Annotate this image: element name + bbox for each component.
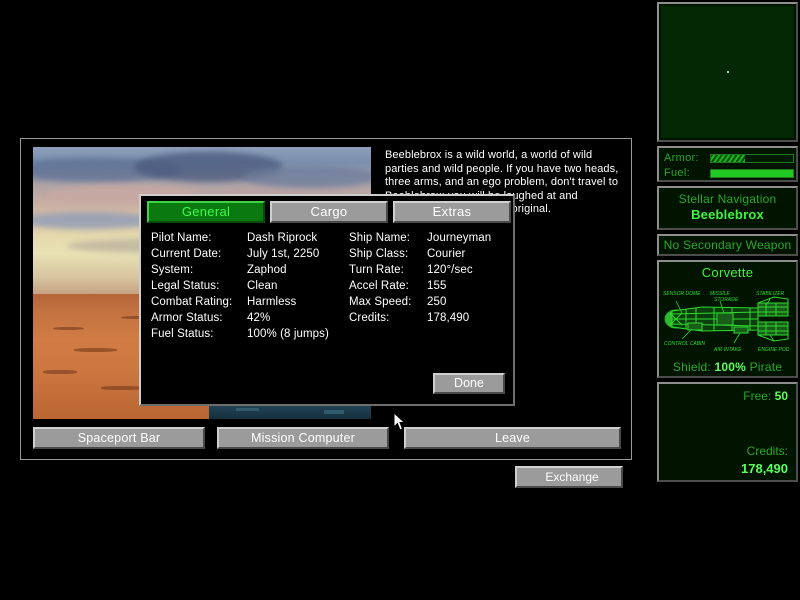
stat-value: 178,490 bbox=[427, 312, 470, 324]
stat-label: Fuel Status: bbox=[151, 328, 214, 340]
secondary-weapon-panel[interactable]: No Secondary Weapon bbox=[657, 234, 798, 256]
stat-row: Pilot Name: Dash Riprock bbox=[151, 230, 341, 246]
stat-label: Credits: bbox=[349, 312, 390, 324]
faction-label: Pirate bbox=[749, 360, 783, 374]
stat-value: 250 bbox=[427, 296, 447, 308]
ship-part-label-air-intake: AIR INTAKE bbox=[713, 347, 742, 353]
dialog-tab-bar: General Cargo Extras bbox=[147, 201, 511, 223]
mission-computer-button[interactable]: Mission Computer bbox=[217, 427, 389, 449]
stat-label: Current Date: bbox=[151, 248, 222, 260]
radar-screen[interactable] bbox=[661, 6, 794, 138]
ship-shield-status: Shield: 100% Pirate bbox=[659, 360, 796, 374]
stat-row: Fuel Status: 100% (8 jumps) bbox=[151, 326, 341, 342]
stat-row: Armor Status: 42% bbox=[151, 310, 341, 326]
stat-label: Pilot Name: bbox=[151, 232, 212, 244]
stat-row: System: Zaphod bbox=[151, 262, 341, 278]
fuel-gauge-fill bbox=[711, 169, 793, 177]
stat-value: 155 bbox=[427, 280, 447, 292]
stat-label: Accel Rate: bbox=[349, 280, 409, 292]
ship-part-label-engine-pod: ENGINE POD bbox=[758, 347, 790, 353]
credits-label: Credits: bbox=[746, 444, 788, 458]
ship-part-label-stabilizer: STABILIZER bbox=[756, 291, 785, 297]
cargo-free-space: Free: 50 bbox=[743, 389, 788, 403]
general-stats-left-column: Pilot Name: Dash Riprock Current Date: J… bbox=[151, 230, 341, 342]
hud-sidebar: Armor: Fuel: Stellar Navigation Beeblebr… bbox=[655, 0, 800, 600]
done-button[interactable]: Done bbox=[433, 373, 505, 394]
fuel-gauge-label: Fuel: bbox=[664, 167, 690, 179]
stat-label: Combat Rating: bbox=[151, 296, 233, 308]
secondary-weapon-text: No Secondary Weapon bbox=[663, 238, 792, 252]
stat-label: Turn Rate: bbox=[349, 264, 404, 276]
tab-cargo[interactable]: Cargo bbox=[270, 201, 388, 223]
terrain-detail bbox=[53, 326, 84, 331]
leave-button[interactable]: Leave bbox=[404, 427, 621, 449]
stat-label: Max Speed: bbox=[349, 296, 412, 308]
tab-general[interactable]: General bbox=[147, 201, 265, 223]
tab-extras[interactable]: Extras bbox=[393, 201, 511, 223]
stat-label: Armor Status: bbox=[151, 312, 223, 324]
stat-value: 42% bbox=[247, 312, 271, 324]
spaceport-bar-button[interactable]: Spaceport Bar bbox=[33, 427, 205, 449]
stat-row: Combat Rating: Harmless bbox=[151, 294, 341, 310]
credits-value: 178,490 bbox=[741, 461, 788, 476]
stat-value: Harmless bbox=[247, 296, 297, 308]
stat-value: Dash Riprock bbox=[247, 232, 318, 244]
radar-panel[interactable] bbox=[657, 2, 798, 142]
water-detail bbox=[323, 410, 344, 414]
cloud bbox=[242, 166, 371, 188]
cargo-credits-panel[interactable]: Free: 50 Credits: 178,490 bbox=[657, 382, 798, 482]
stat-row: Turn Rate: 120°/sec bbox=[349, 262, 514, 278]
stat-row: Max Speed: 250 bbox=[349, 294, 514, 310]
stat-value: Courier bbox=[427, 248, 466, 260]
stat-label: Ship Class: bbox=[349, 248, 409, 260]
ship-status-dialog: General Cargo Extras Pilot Name: Dash Ri… bbox=[139, 194, 515, 406]
ship-schematic-panel[interactable]: Corvette SENSOR DOME MISSILE STORAGE STA… bbox=[657, 260, 798, 378]
radar-blip bbox=[726, 71, 729, 73]
stellar-navigation-panel[interactable]: Stellar Navigation Beeblebrox bbox=[657, 186, 798, 230]
action-button-bar: Spaceport Bar Mission Computer Leave bbox=[21, 427, 631, 453]
cargo-free-value: 50 bbox=[774, 389, 788, 403]
navigation-destination: Beeblebrox bbox=[691, 207, 764, 222]
water-detail bbox=[235, 407, 260, 411]
stat-row: Ship Name: Journeyman bbox=[349, 230, 514, 246]
stat-value: July 1st, 2250 bbox=[247, 248, 320, 260]
gauge-panel: Armor: Fuel: bbox=[657, 146, 798, 182]
fuel-gauge-track bbox=[710, 168, 794, 178]
cloud bbox=[33, 212, 155, 229]
armor-gauge-track bbox=[710, 153, 794, 163]
navigation-title: Stellar Navigation bbox=[678, 192, 777, 206]
stat-label: Ship Name: bbox=[349, 232, 411, 244]
shield-value: 100% bbox=[714, 360, 747, 374]
terrain-detail bbox=[73, 348, 118, 353]
stat-row: Ship Class: Courier bbox=[349, 246, 514, 262]
ship-wireframe-diagram: SENSOR DOME MISSILE STORAGE STABILIZER C… bbox=[663, 291, 790, 353]
armor-gauge-row: Armor: bbox=[664, 151, 794, 165]
cargo-free-label: Free: bbox=[743, 389, 772, 403]
ship-class-title: Corvette bbox=[701, 265, 754, 280]
stat-value: Zaphod bbox=[247, 264, 287, 276]
terrain-detail bbox=[100, 386, 142, 390]
stat-row: Legal Status: Clean bbox=[151, 278, 341, 294]
stat-value: 120°/sec bbox=[427, 264, 473, 276]
general-stats-right-column: Ship Name: Journeyman Ship Class: Courie… bbox=[349, 230, 514, 326]
stat-row: Current Date: July 1st, 2250 bbox=[151, 246, 341, 262]
stat-value: Clean bbox=[247, 280, 278, 292]
terrain-detail bbox=[43, 370, 77, 374]
stat-row: Accel Rate: 155 bbox=[349, 278, 514, 294]
ship-part-label-control-cabin: CONTROL CABIN bbox=[664, 341, 705, 347]
shield-label: Shield: bbox=[672, 360, 711, 374]
stat-value: 100% (8 jumps) bbox=[247, 328, 329, 340]
ship-part-label-missile-storage-2: STORAGE bbox=[714, 297, 739, 303]
fuel-gauge-row: Fuel: bbox=[664, 166, 794, 180]
armor-gauge-label: Armor: bbox=[664, 152, 699, 164]
stat-label: Legal Status: bbox=[151, 280, 220, 292]
armor-gauge-fill bbox=[711, 154, 746, 162]
stat-row: Credits: 178,490 bbox=[349, 310, 514, 326]
exchange-button[interactable]: Exchange bbox=[515, 466, 623, 488]
ship-part-label-sensor-dome: SENSOR DOME bbox=[663, 291, 701, 297]
stat-value: Journeyman bbox=[427, 232, 492, 244]
stat-label: System: bbox=[151, 264, 194, 276]
